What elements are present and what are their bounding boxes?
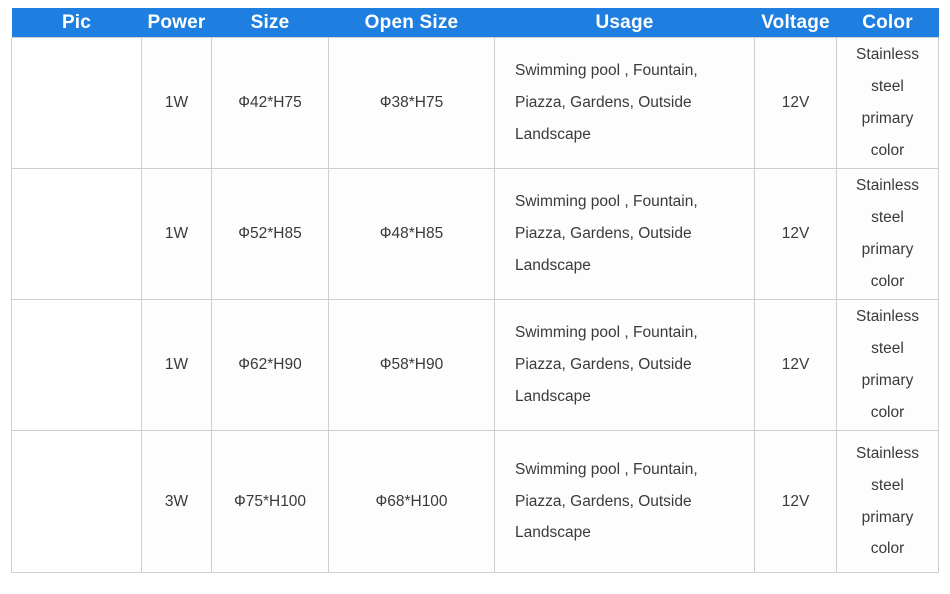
column-header-usage: Usage [494,8,755,38]
table-header-row: Pic Power Size Open Size Usage Voltage C… [11,8,939,38]
product-specification-table: Pic Power Size Open Size Usage Voltage C… [11,8,939,573]
table-row: 3W Ф75*H100 Ф68*H100 Swimming pool , Fou… [11,430,939,573]
cell-power: 1W [141,299,212,431]
product-image-cell [11,430,142,573]
table-row: 1W Ф52*H85 Ф48*H85 Swimming pool , Fount… [11,168,939,300]
column-header-pic: Pic [11,8,142,38]
cell-usage: Swimming pool , Fountain, Piazza, Garden… [494,37,755,169]
cell-color: Stainless steel primary color [836,299,939,431]
cell-size: Ф75*H100 [211,430,329,573]
table-header: Pic Power Size Open Size Usage Voltage C… [11,8,939,38]
cell-power: 1W [141,37,212,169]
cell-voltage: 12V [754,430,837,573]
cell-size: Ф62*H90 [211,299,329,431]
cell-open-size: Ф68*H100 [328,430,495,573]
cell-color: Stainless steel primary color [836,430,939,573]
cell-open-size: Ф58*H90 [328,299,495,431]
product-image-cell [11,168,142,300]
cell-color: Stainless steel primary color [836,37,939,169]
cell-open-size: Ф38*H75 [328,37,495,169]
column-header-voltage: Voltage [754,8,837,38]
cell-usage: Swimming pool , Fountain, Piazza, Garden… [494,430,755,573]
cell-usage: Swimming pool , Fountain, Piazza, Garden… [494,299,755,431]
table-row: 1W Ф62*H90 Ф58*H90 Swimming pool , Fount… [11,299,939,431]
table-body: 1W Ф42*H75 Ф38*H75 Swimming pool , Fount… [11,37,939,573]
cell-size: Ф52*H85 [211,168,329,300]
spec-table-page: Pic Power Size Open Size Usage Voltage C… [0,0,950,594]
column-header-size: Size [211,8,329,38]
cell-open-size: Ф48*H85 [328,168,495,300]
cell-usage: Swimming pool , Fountain, Piazza, Garden… [494,168,755,300]
column-header-opensize: Open Size [328,8,495,38]
cell-size: Ф42*H75 [211,37,329,169]
cell-color: Stainless steel primary color [836,168,939,300]
cell-power: 3W [141,430,212,573]
product-image-cell [11,37,142,169]
cell-voltage: 12V [754,299,837,431]
column-header-color: Color [836,8,939,38]
column-header-power: Power [141,8,212,38]
cell-voltage: 12V [754,37,837,169]
cell-voltage: 12V [754,168,837,300]
cell-power: 1W [141,168,212,300]
product-image-cell [11,299,142,431]
table-row: 1W Ф42*H75 Ф38*H75 Swimming pool , Fount… [11,37,939,169]
